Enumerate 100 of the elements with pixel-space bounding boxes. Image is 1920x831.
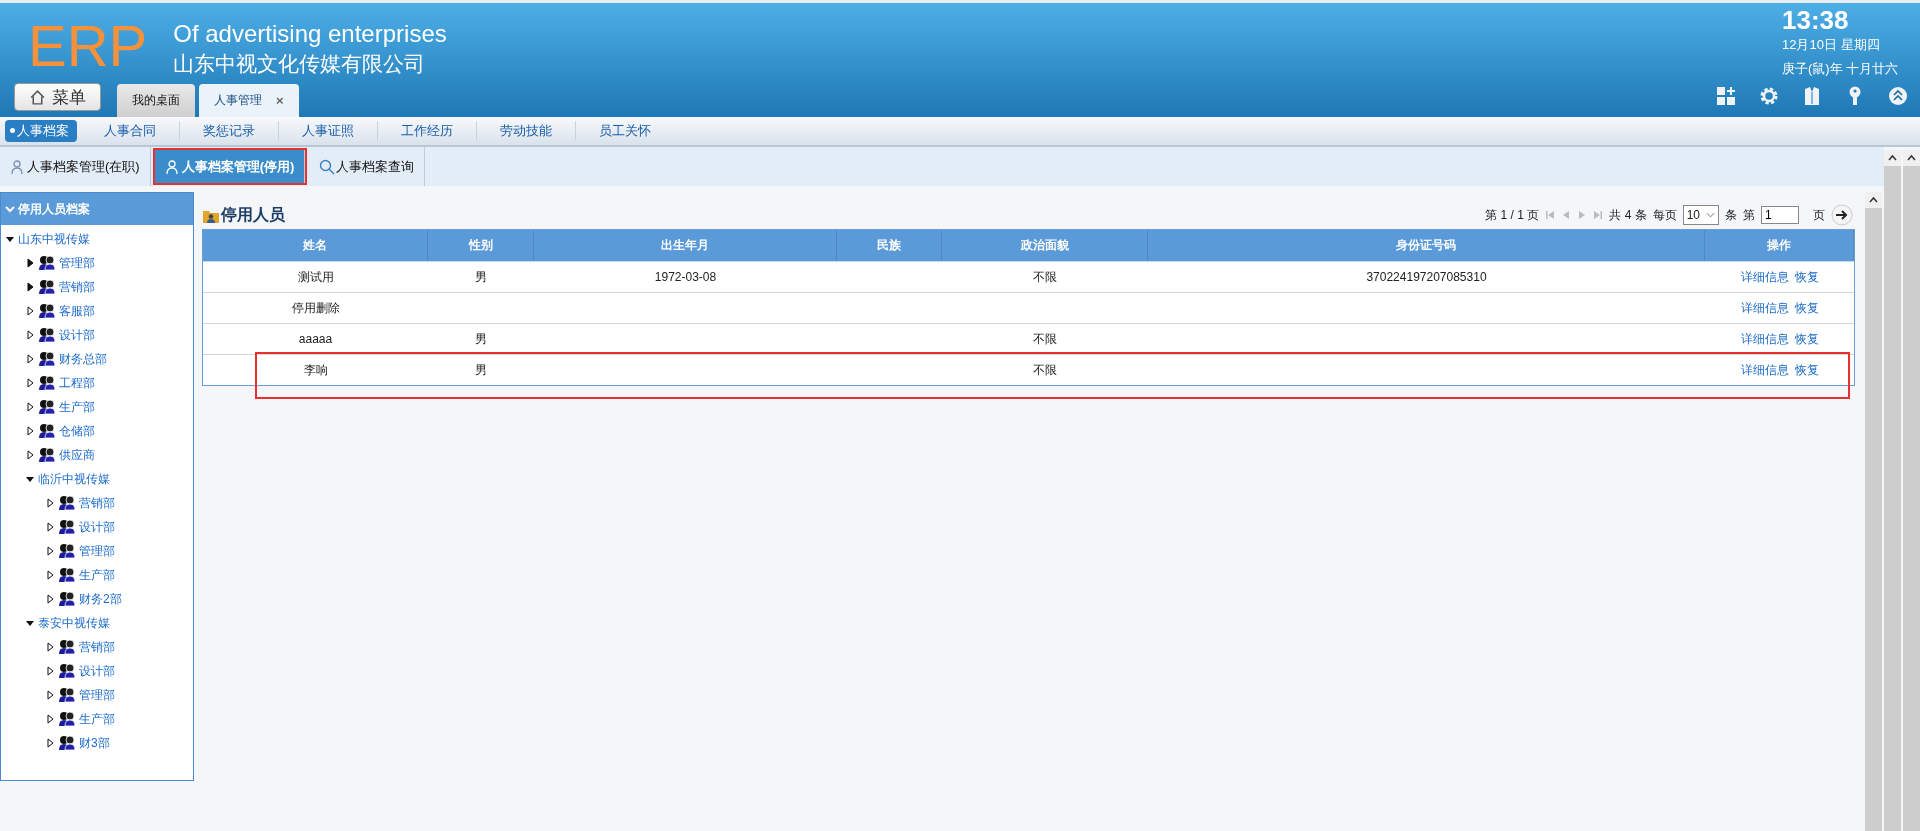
tree-department[interactable]: 营销部 bbox=[79, 494, 115, 512]
page-unit-label: 页 bbox=[1813, 206, 1825, 224]
tree-department[interactable]: 营销部 bbox=[59, 278, 95, 296]
dropdown-caret-icon bbox=[1706, 212, 1715, 218]
action-link[interactable]: 恢复 bbox=[1794, 330, 1819, 348]
grid-add-icon[interactable] bbox=[1716, 86, 1736, 106]
table-cell: 男 bbox=[475, 268, 487, 286]
tree-department[interactable]: 设计部 bbox=[59, 326, 95, 344]
page-tab[interactable]: 人事档案管理(在职) bbox=[0, 147, 151, 186]
expanded-arrow-icon[interactable] bbox=[5, 234, 15, 244]
module-tab[interactable]: 人事合同 bbox=[81, 121, 180, 141]
tree-company[interactable]: 泰安中视传媒 bbox=[38, 614, 110, 632]
collapsed-arrow-icon[interactable] bbox=[25, 378, 35, 388]
action-link[interactable]: 详细信息 bbox=[1740, 361, 1789, 379]
collapsed-arrow-icon[interactable] bbox=[45, 594, 55, 604]
people-icon bbox=[38, 327, 56, 343]
collapsed-arrow-icon[interactable] bbox=[25, 450, 35, 460]
collapsed-arrow-icon[interactable] bbox=[45, 570, 55, 580]
collapsed-arrow-icon[interactable] bbox=[25, 402, 35, 412]
window-tab[interactable]: 人事管理 × bbox=[199, 84, 299, 117]
module-tab[interactable]: 员工关怀 bbox=[576, 121, 674, 141]
table-cell: aaaaa bbox=[298, 332, 333, 346]
module-tab[interactable]: 人事档案 bbox=[5, 120, 77, 142]
tree-department[interactable]: 工程部 bbox=[59, 374, 95, 392]
people-icon bbox=[58, 639, 76, 655]
collapsed-arrow-icon[interactable] bbox=[25, 354, 35, 364]
page-size-select[interactable]: 10 bbox=[1682, 205, 1719, 225]
tree-department[interactable]: 客服部 bbox=[59, 302, 95, 320]
tree-department[interactable]: 设计部 bbox=[79, 518, 115, 536]
clock-time: 13:38 bbox=[1782, 6, 1850, 34]
tree-department[interactable]: 供应商 bbox=[59, 446, 95, 464]
settings-icon[interactable] bbox=[1759, 86, 1779, 106]
collapsed-arrow-icon[interactable] bbox=[45, 738, 55, 748]
close-icon[interactable]: × bbox=[276, 93, 284, 108]
collapsed-arrow-icon[interactable] bbox=[45, 522, 55, 532]
expanded-arrow-icon[interactable] bbox=[25, 618, 35, 628]
table-cell: 不限 bbox=[1033, 268, 1057, 286]
table-cell: 男 bbox=[475, 330, 487, 348]
shirt-icon[interactable] bbox=[1802, 86, 1822, 106]
tree-department[interactable]: 管理部 bbox=[79, 542, 115, 560]
tree-department[interactable]: 管理部 bbox=[79, 686, 115, 704]
page-tab[interactable]: 人事档案查询 bbox=[309, 147, 426, 186]
collapsed-arrow-icon[interactable] bbox=[25, 330, 35, 340]
people-icon bbox=[58, 711, 76, 727]
tree-department[interactable]: 生产部 bbox=[59, 398, 95, 416]
table-cell: 不限 bbox=[1033, 330, 1057, 348]
collapsed-arrow-icon[interactable] bbox=[45, 642, 55, 652]
tree-department[interactable]: 生产部 bbox=[79, 566, 115, 584]
sidebar-header[interactable]: 停用人员档案 bbox=[1, 193, 193, 225]
module-tab[interactable]: 劳动技能 bbox=[477, 121, 576, 141]
scrollbar[interactable] bbox=[1903, 150, 1920, 831]
scroll-up-icon[interactable] bbox=[1884, 150, 1901, 166]
tree-company[interactable]: 山东中视传媒 bbox=[18, 230, 90, 248]
collapsed-arrow-icon[interactable] bbox=[45, 666, 55, 676]
lunar-date: 庚子(鼠)年 十月廿六 bbox=[1782, 60, 1900, 78]
menu-button[interactable]: 菜单 bbox=[14, 83, 101, 111]
tree-department[interactable]: 财务总部 bbox=[59, 350, 107, 368]
module-tab[interactable]: 工作经历 bbox=[378, 121, 477, 141]
chevron-icon bbox=[5, 204, 15, 214]
collapsed-arrow-icon[interactable] bbox=[25, 306, 35, 316]
tree-department[interactable]: 财3部 bbox=[79, 734, 110, 752]
app-title: Of advertising enterprises bbox=[173, 19, 447, 49]
expanded-arrow-icon[interactable] bbox=[25, 474, 35, 484]
unit-label: 条 bbox=[1725, 206, 1737, 224]
tree-department[interactable]: 设计部 bbox=[79, 662, 115, 680]
action-link[interactable]: 恢复 bbox=[1794, 299, 1819, 317]
scrollbar[interactable] bbox=[1884, 150, 1901, 831]
people-icon bbox=[58, 519, 76, 535]
module-tab[interactable]: 奖惩记录 bbox=[180, 121, 279, 141]
collapsed-arrow-icon[interactable] bbox=[25, 258, 35, 268]
page-tab[interactable]: 人事档案管理(停用) bbox=[154, 150, 306, 183]
table-cell: 370224197207085310 bbox=[1366, 270, 1487, 284]
window-tab[interactable]: 我的桌面 bbox=[117, 84, 195, 117]
tree-department[interactable]: 生产部 bbox=[79, 710, 115, 728]
collapsed-arrow-icon[interactable] bbox=[25, 282, 35, 292]
collapsed-arrow-icon[interactable] bbox=[45, 546, 55, 556]
action-link[interactable]: 详细信息 bbox=[1740, 330, 1789, 348]
table-cell: 停用删除 bbox=[291, 299, 340, 317]
action-link[interactable]: 恢复 bbox=[1794, 361, 1819, 379]
table-cell: 1972-03-08 bbox=[654, 270, 717, 284]
collapsed-arrow-icon[interactable] bbox=[45, 690, 55, 700]
action-link[interactable]: 详细信息 bbox=[1740, 299, 1789, 317]
action-link[interactable]: 恢复 bbox=[1794, 268, 1819, 286]
page-number-field[interactable]: 1 bbox=[1761, 206, 1799, 224]
collapsed-arrow-icon[interactable] bbox=[45, 498, 55, 508]
table-cell: 测试用 bbox=[297, 268, 334, 286]
scroll-up-icon[interactable] bbox=[1903, 150, 1920, 166]
tree-department[interactable]: 管理部 bbox=[59, 254, 95, 272]
module-tab[interactable]: 人事证照 bbox=[279, 121, 378, 141]
collapsed-arrow-icon[interactable] bbox=[25, 426, 35, 436]
tree-company[interactable]: 临沂中视传媒 bbox=[38, 470, 110, 488]
tree-department[interactable]: 营销部 bbox=[79, 638, 115, 656]
scrollbar[interactable] bbox=[1865, 192, 1882, 831]
scroll-up-icon[interactable] bbox=[1865, 192, 1882, 208]
action-link[interactable]: 详细信息 bbox=[1740, 268, 1789, 286]
collapse-icon[interactable] bbox=[1888, 86, 1908, 106]
collapsed-arrow-icon[interactable] bbox=[45, 714, 55, 724]
people-icon bbox=[58, 495, 76, 511]
tree-department[interactable]: 财务2部 bbox=[79, 590, 122, 608]
tree-department[interactable]: 仓储部 bbox=[59, 422, 95, 440]
